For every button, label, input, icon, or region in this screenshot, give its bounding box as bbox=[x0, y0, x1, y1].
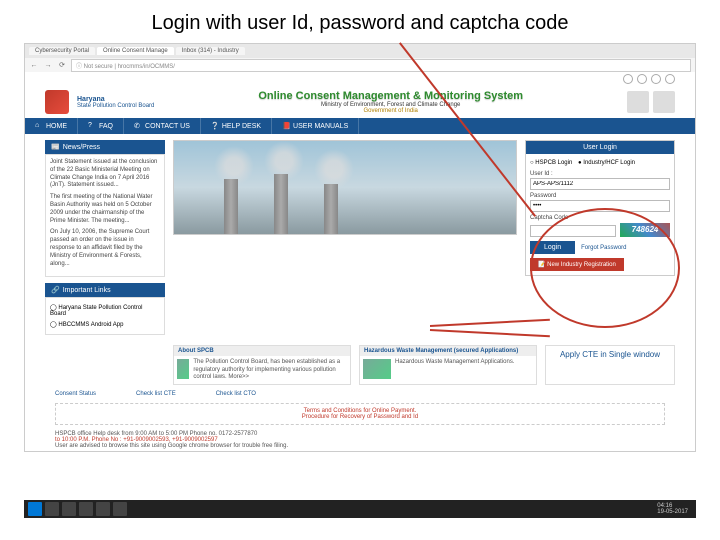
browser-window: Cybersecurity Portal Online Consent Mana… bbox=[24, 43, 696, 452]
tab-strip: Cybersecurity Portal Online Consent Mana… bbox=[25, 44, 695, 58]
help-icon: ❔ bbox=[211, 122, 219, 130]
link-item[interactable]: ◯ HBCCMMS Android App bbox=[50, 319, 160, 330]
browser-tab[interactable]: Cybersecurity Portal bbox=[29, 47, 95, 55]
status-link[interactable]: Check list CTO bbox=[216, 391, 256, 397]
terms-box: Terms and Conditions for Online Payment.… bbox=[55, 403, 665, 425]
reload-icon[interactable]: ⟳ bbox=[57, 61, 67, 69]
news-item[interactable]: The first meeting of the National Water … bbox=[50, 194, 160, 225]
address-bar: ← → ⟳ ⓘ Not secure | hrocmms/in/OCMMS/ bbox=[25, 58, 695, 72]
register-button[interactable]: 📝 New Industry Registration bbox=[530, 258, 624, 271]
slide-title: Login with user Id, password and captcha… bbox=[0, 0, 720, 43]
social-icon[interactable] bbox=[623, 74, 633, 84]
main-content: 📰News/Press Joint Statement issued at th… bbox=[25, 134, 695, 341]
nav-home[interactable]: ⌂HOME bbox=[25, 118, 78, 134]
about-text: Hazardous Waste Management Applications. bbox=[395, 359, 515, 379]
footer-info: HSPCB office Help desk from 9:00 AM to 5… bbox=[25, 429, 695, 451]
org-name: Haryana State Pollution Control Board bbox=[77, 96, 154, 109]
right-column: User Login ○ HSPCB Login ● Industry/HCF … bbox=[525, 140, 675, 335]
emblems bbox=[627, 91, 675, 113]
taskbar-icon[interactable] bbox=[79, 502, 93, 516]
nav-contact[interactable]: ✆CONTACT US bbox=[124, 118, 201, 134]
subtitle: Government of India bbox=[162, 108, 619, 114]
login-body: ○ HSPCB Login ● Industry/HCF Login User … bbox=[526, 154, 674, 275]
terms-line[interactable]: Procedure for Recovery of Password and I… bbox=[60, 414, 660, 420]
phone-icon: ✆ bbox=[134, 122, 142, 130]
about-text: The Pollution Control Board, has been es… bbox=[193, 359, 347, 381]
about-image bbox=[363, 359, 391, 379]
nav-manuals[interactable]: 📕USER MANUALS bbox=[272, 118, 359, 134]
taskbar-icon[interactable] bbox=[62, 502, 76, 516]
security-text: Not secure bbox=[84, 64, 113, 70]
url-text: hrocmms/in/OCMMS/ bbox=[118, 64, 175, 70]
radio-industry[interactable]: ● Industry/HCF Login bbox=[578, 160, 635, 166]
userid-label: User Id : bbox=[530, 171, 670, 177]
about-head: About SPCB bbox=[174, 346, 350, 356]
about-head: Hazardous Waste Management (secured Appl… bbox=[360, 346, 536, 356]
login-head: User Login bbox=[526, 141, 674, 154]
password-label: Password bbox=[530, 193, 670, 199]
links-panel: 🔗Important Links ◯ Haryana State Polluti… bbox=[45, 283, 165, 335]
emblem-icon bbox=[653, 91, 675, 113]
captcha-image: 748624 bbox=[620, 223, 670, 237]
main-title: Online Consent Management & Monitoring S… bbox=[162, 90, 619, 102]
news-head: 📰News/Press bbox=[45, 140, 165, 154]
middle-column bbox=[173, 140, 517, 335]
forgot-password-link[interactable]: Forgot Password bbox=[581, 245, 626, 251]
news-panel: 📰News/Press Joint Statement issued at th… bbox=[45, 140, 165, 277]
taskbar-icon[interactable] bbox=[45, 502, 59, 516]
about-image bbox=[177, 359, 189, 379]
emblem-icon bbox=[627, 91, 649, 113]
social-icon[interactable] bbox=[637, 74, 647, 84]
captcha-input[interactable] bbox=[530, 225, 616, 237]
browser-tab[interactable]: Inbox (314) - Industry bbox=[176, 47, 245, 55]
social-icon[interactable] bbox=[665, 74, 675, 84]
links-head: 🔗Important Links bbox=[45, 283, 165, 297]
left-column: 📰News/Press Joint Statement issued at th… bbox=[45, 140, 165, 335]
faq-icon: ? bbox=[88, 122, 96, 130]
about-spcb: About SPCB The Pollution Control Board, … bbox=[173, 345, 351, 385]
about-hw: Hazardous Waste Management (secured Appl… bbox=[359, 345, 537, 385]
status-link[interactable]: Check list CTE bbox=[136, 391, 176, 397]
start-icon[interactable] bbox=[28, 502, 42, 516]
site-title-block: Online Consent Management & Monitoring S… bbox=[162, 90, 619, 114]
url-input[interactable]: ⓘ Not secure | hrocmms/in/OCMMS/ bbox=[71, 59, 691, 72]
link-item[interactable]: ◯ Haryana State Pollution Control Board bbox=[50, 302, 160, 319]
taskbar-icon[interactable] bbox=[96, 502, 110, 516]
taskbar-icon[interactable] bbox=[113, 502, 127, 516]
nav-faq[interactable]: ?FAQ bbox=[78, 118, 124, 134]
radio-hspcb[interactable]: ○ HSPCB Login bbox=[530, 160, 572, 166]
nav-help[interactable]: ❔HELP DESK bbox=[201, 118, 272, 134]
status-link[interactable]: Consent Status bbox=[55, 391, 96, 397]
book-icon: 📕 bbox=[282, 122, 290, 130]
main-nav: ⌂HOME ?FAQ ✆CONTACT US ❔HELP DESK 📕USER … bbox=[25, 118, 695, 134]
news-item[interactable]: On July 10, 2006, the Supreme Court pass… bbox=[50, 229, 160, 268]
password-input[interactable] bbox=[530, 200, 670, 212]
userid-input[interactable] bbox=[530, 178, 670, 190]
news-item[interactable]: Joint Statement issued at the conclusion… bbox=[50, 159, 160, 190]
site-header: Haryana State Pollution Control Board On… bbox=[25, 86, 695, 118]
back-icon[interactable]: ← bbox=[29, 62, 39, 69]
news-icon: 📰 bbox=[51, 143, 60, 151]
link-icon: 🔗 bbox=[51, 286, 60, 294]
news-body: Joint Statement issued at the conclusion… bbox=[45, 154, 165, 277]
browser-tab[interactable]: Online Consent Manage bbox=[97, 47, 174, 55]
status-links: Consent Status Check list CTE Check list… bbox=[25, 389, 695, 399]
captcha-label: Captcha Code bbox=[530, 215, 670, 221]
clock[interactable]: 04:1619-05-2017 bbox=[657, 503, 692, 515]
hero-image bbox=[173, 140, 517, 235]
login-type-radios: ○ HSPCB Login ● Industry/HCF Login bbox=[530, 158, 670, 168]
forward-icon[interactable]: → bbox=[43, 62, 53, 69]
home-icon: ⌂ bbox=[35, 122, 43, 130]
links-body: ◯ Haryana State Pollution Control Board … bbox=[45, 297, 165, 335]
social-strip bbox=[25, 72, 695, 86]
logo-icon bbox=[45, 90, 69, 114]
login-button[interactable]: Login bbox=[530, 241, 575, 254]
security-badge: ⓘ bbox=[76, 64, 84, 70]
social-icon[interactable] bbox=[651, 74, 661, 84]
taskbar: 04:1619-05-2017 bbox=[24, 500, 696, 518]
login-panel: User Login ○ HSPCB Login ● Industry/HCF … bbox=[525, 140, 675, 276]
apply-cte-box[interactable]: Apply CTE in Single window bbox=[545, 345, 675, 385]
browser-note: User are advised to browse this site usi… bbox=[55, 443, 665, 449]
lower-row: About SPCB The Pollution Control Board, … bbox=[25, 341, 695, 389]
